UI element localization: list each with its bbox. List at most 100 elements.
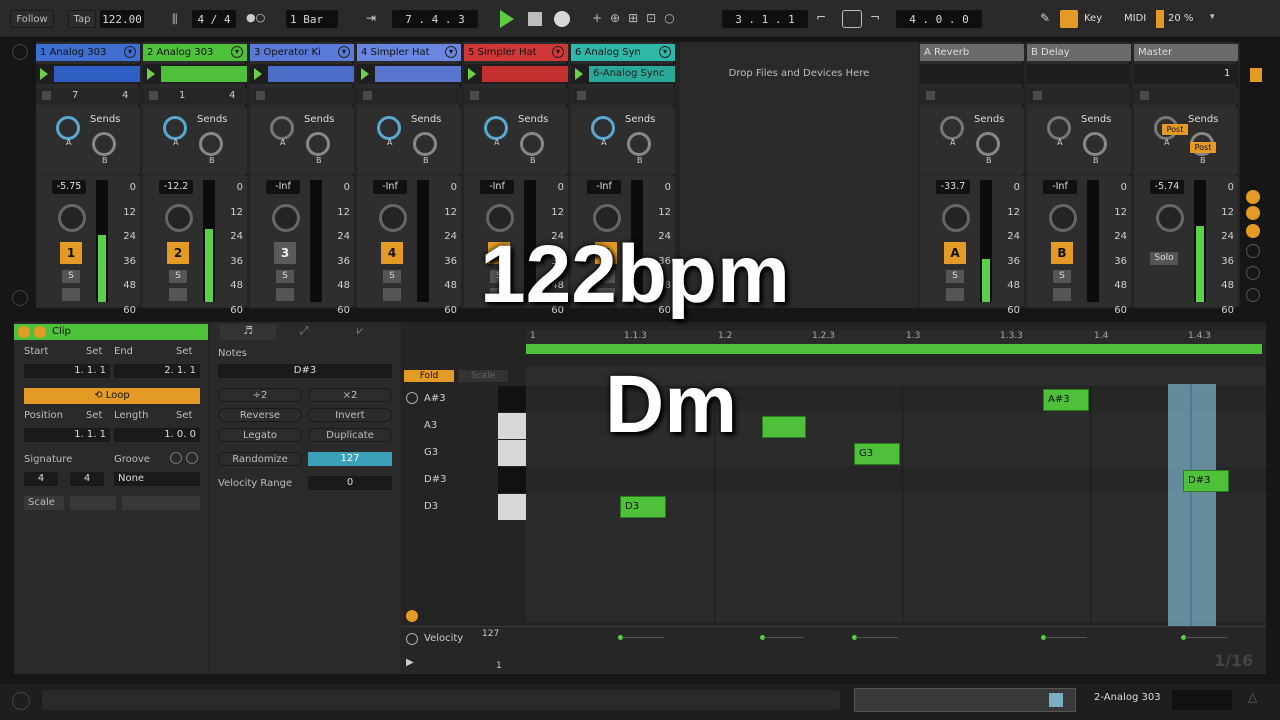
- length-set-button[interactable]: Set: [176, 410, 192, 421]
- track-title-bar[interactable]: 5 Simpler Hat ▾: [464, 44, 568, 61]
- send-a-knob[interactable]: [940, 116, 964, 140]
- clip-slot[interactable]: 6-Analog Sync: [571, 64, 675, 84]
- clip-bar[interactable]: 6-Analog Sync: [589, 66, 675, 82]
- lane-toggle-icon[interactable]: [406, 633, 418, 645]
- clip-launch-icon[interactable]: [147, 68, 155, 80]
- envelopes-tab-icon[interactable]: ⤢: [276, 324, 332, 340]
- piano-key-a3[interactable]: [498, 413, 526, 439]
- scale-button[interactable]: Scale: [458, 370, 508, 382]
- track-activator-button[interactable]: 3: [274, 242, 296, 264]
- pan-knob[interactable]: [486, 204, 514, 232]
- track-activator-button[interactable]: 2: [167, 242, 189, 264]
- view-toggle-icon[interactable]: [1246, 244, 1260, 258]
- view-toggle-icon[interactable]: [1246, 206, 1260, 220]
- solo-button[interactable]: S: [169, 270, 187, 283]
- volume-readout[interactable]: -33.7: [936, 180, 970, 194]
- piano-key-d3[interactable]: [498, 494, 526, 520]
- chevron-down-icon[interactable]: ▾: [338, 46, 350, 58]
- scale-root-select[interactable]: [70, 496, 116, 510]
- volume-readout[interactable]: -5.75: [52, 180, 86, 194]
- notes-tab-icon[interactable]: ♬: [220, 324, 276, 340]
- invert-button[interactable]: Invert: [308, 408, 392, 422]
- velocity-range-field[interactable]: 0: [308, 476, 392, 490]
- send-b-knob[interactable]: [92, 132, 116, 156]
- warning-icon[interactable]: △: [1248, 690, 1257, 704]
- clip-title-bar[interactable]: Clip: [14, 324, 208, 340]
- clip-launch-icon[interactable]: [361, 68, 369, 80]
- midi-note[interactable]: D3: [620, 496, 666, 518]
- return-title-bar[interactable]: B Delay: [1027, 44, 1131, 61]
- clip-slot[interactable]: [920, 64, 1024, 84]
- track-title-bar[interactable]: 6 Analog Syn ▾: [571, 44, 675, 61]
- record-mode-icon[interactable]: ●○: [246, 11, 270, 27]
- groove-hot-swap-icon[interactable]: [170, 452, 182, 464]
- chevron-down-icon[interactable]: ▾: [552, 46, 564, 58]
- follow-arrow-icon[interactable]: ⇥: [366, 11, 386, 27]
- clip-stop-button[interactable]: [926, 91, 935, 100]
- track-activator-button[interactable]: 1: [60, 242, 82, 264]
- send-b-knob[interactable]: [306, 132, 330, 156]
- clip-bar[interactable]: [375, 66, 461, 82]
- track-activator-button[interactable]: 4: [381, 242, 403, 264]
- view-toggle-icon[interactable]: [1246, 288, 1260, 302]
- midi-map-label[interactable]: MIDI: [1124, 13, 1146, 24]
- send-a-knob[interactable]: [270, 116, 294, 140]
- position-set-button[interactable]: Set: [86, 410, 102, 421]
- key-map-label[interactable]: Key: [1084, 13, 1102, 24]
- solo-button[interactable]: S: [276, 270, 294, 283]
- arm-button[interactable]: [62, 288, 80, 301]
- follow-button[interactable]: Follow: [10, 10, 54, 28]
- solo-button[interactable]: S: [946, 270, 964, 283]
- mpe-tab-icon[interactable]: ⩗: [332, 324, 388, 340]
- loop-start-field[interactable]: 3 . 1 . 1: [722, 10, 808, 28]
- clip-slot[interactable]: [357, 64, 461, 84]
- quantize-menu[interactable]: 1 Bar: [286, 10, 338, 28]
- browser-toggle-icon[interactable]: [12, 44, 28, 60]
- solo-button[interactable]: S: [383, 270, 401, 283]
- signature-numerator[interactable]: 4: [24, 472, 58, 486]
- loop-button[interactable]: ⟲ Loop: [24, 388, 200, 404]
- send-a-knob[interactable]: [591, 116, 615, 140]
- clip-slot[interactable]: [250, 64, 354, 84]
- clip-launch-icon[interactable]: [40, 68, 48, 80]
- clip-start-field[interactable]: 1. 1. 1: [24, 364, 110, 378]
- send-b-knob[interactable]: [520, 132, 544, 156]
- arm-button[interactable]: [383, 288, 401, 301]
- volume-readout[interactable]: -Inf: [373, 180, 407, 194]
- end-set-button[interactable]: Set: [176, 346, 192, 357]
- arm-button[interactable]: [276, 288, 294, 301]
- midi-note[interactable]: [762, 416, 806, 438]
- clip-stop-button[interactable]: [1140, 91, 1149, 100]
- clip-launch-icon[interactable]: [468, 68, 476, 80]
- automation-icons[interactable]: +⊕⊞⊡○: [592, 11, 692, 27]
- scale-name-select[interactable]: [122, 496, 200, 510]
- volume-readout[interactable]: -Inf: [266, 180, 300, 194]
- clip-stop-button[interactable]: [1033, 91, 1042, 100]
- chevron-down-icon[interactable]: ▾: [231, 46, 243, 58]
- time-signature-field[interactable]: 4 / 4: [192, 10, 236, 28]
- reverse-button[interactable]: Reverse: [218, 408, 302, 422]
- arm-button[interactable]: [169, 288, 187, 301]
- lane-play-icon[interactable]: ▶: [406, 657, 414, 668]
- draw-mode-icon[interactable]: ✎: [1040, 11, 1054, 27]
- double-button[interactable]: ×2: [308, 388, 392, 402]
- punch-in-icon[interactable]: ⌐: [816, 10, 836, 28]
- midi-note[interactable]: A#3: [1043, 389, 1089, 411]
- key-map-icon[interactable]: [1060, 10, 1078, 28]
- send-b-knob[interactable]: [627, 132, 651, 156]
- pan-knob[interactable]: [379, 204, 407, 232]
- track-title-bar[interactable]: 1 Analog 303 ▾: [36, 44, 140, 61]
- fold-lane-icon[interactable]: [406, 610, 418, 622]
- tap-tempo-button[interactable]: Tap: [68, 10, 96, 28]
- randomize-button[interactable]: Randomize: [218, 452, 302, 466]
- volume-readout[interactable]: -Inf: [1043, 180, 1077, 194]
- send-a-knob[interactable]: [56, 116, 80, 140]
- pan-knob[interactable]: [942, 204, 970, 232]
- song-position-field[interactable]: 7 . 4 . 3: [392, 10, 478, 28]
- clip-bar[interactable]: [54, 66, 140, 82]
- midi-note[interactable]: D#3: [1183, 470, 1229, 492]
- send-b-knob[interactable]: [976, 132, 1000, 156]
- clip-fold-icon[interactable]: [34, 326, 46, 338]
- clip-stop-button[interactable]: [470, 91, 479, 100]
- send-a-knob[interactable]: [377, 116, 401, 140]
